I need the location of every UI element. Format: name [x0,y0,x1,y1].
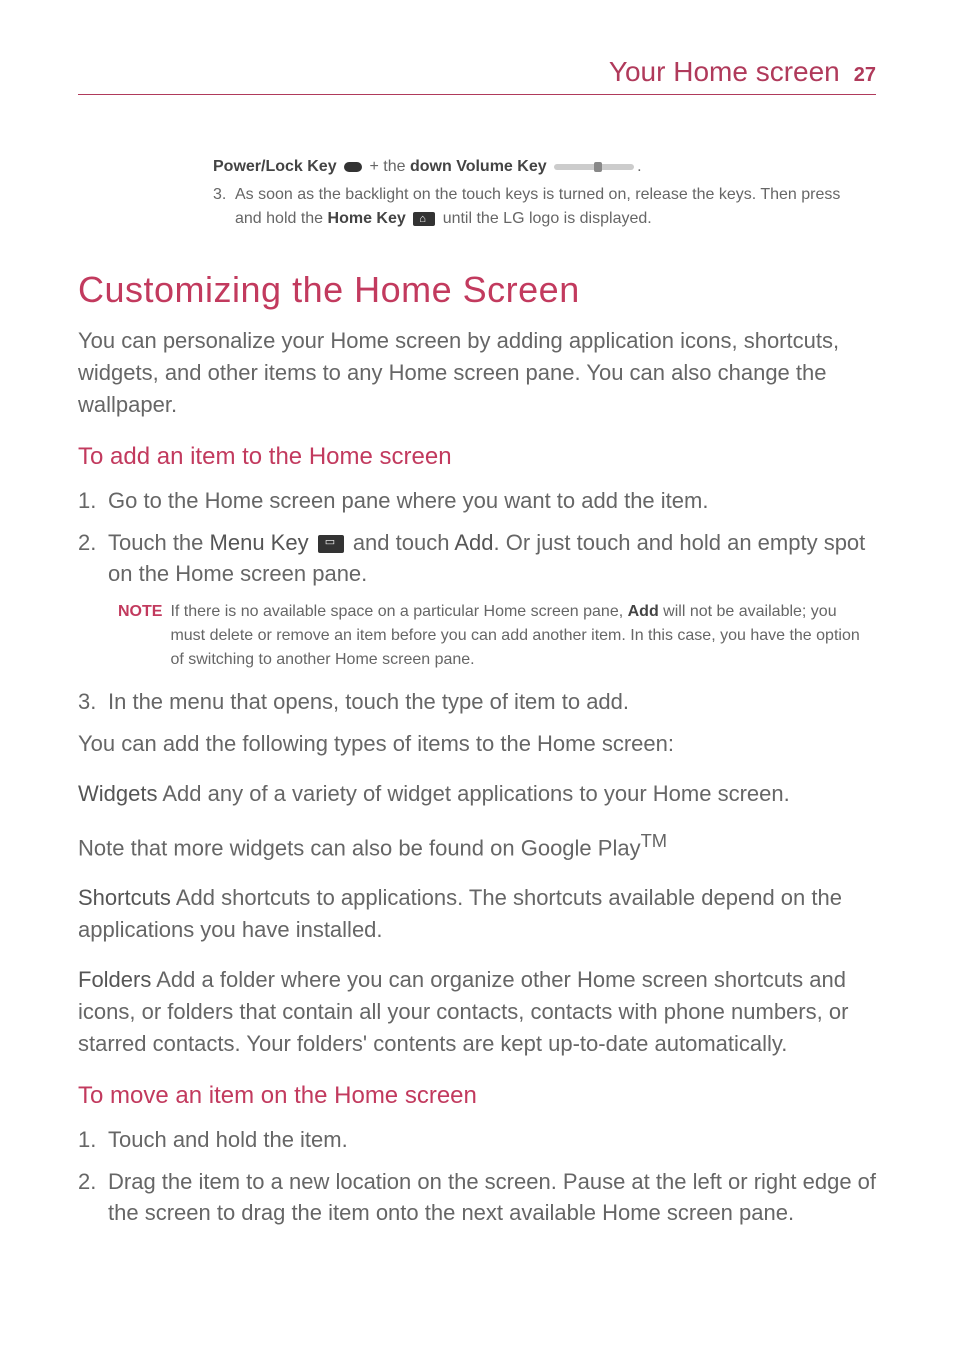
subsection-heading-add: To add an item to the Home screen [78,443,876,471]
power-lock-key-label: Power/Lock Key [213,158,337,175]
term-shortcuts: Shortcuts [78,885,171,910]
folders-paragraph: Folders Add a folder where you can organ… [78,964,876,1060]
note-block: NOTE If there is no available space on a… [78,600,876,672]
term-folders: Folders [78,967,151,992]
step-text: Go to the Home screen pane where you wan… [108,485,876,517]
add-label: Add [628,603,659,620]
list-item: 2. Drag the item to a new location on th… [78,1166,876,1230]
header-title: Your Home screen [609,56,840,88]
text-fragment: Touch the [108,530,210,555]
text-fragment: and touch [347,530,455,555]
list-item: 3. In the menu that opens, touch the typ… [78,686,876,718]
step-number: 2. [78,527,102,591]
menu-key-icon [318,535,344,553]
intro-paragraph: You can personalize your Home screen by … [78,325,876,421]
text-fragment: Note that more widgets can also be found… [78,835,641,860]
widgets-note-paragraph: Note that more widgets can also be found… [78,828,876,864]
trademark-symbol: TM [641,830,667,851]
step-number: 1. [78,1124,102,1156]
volume-key-icon [554,162,634,172]
note-label: NOTE [118,600,162,672]
step-number: 3. [213,183,229,231]
step-text: Touch the Menu Key and touch Add. Or jus… [108,527,876,591]
menu-key-label: Menu Key [210,530,309,555]
add-label: Add [454,530,493,555]
text-fragment: Add shortcuts to applications. The short… [78,885,842,942]
section-heading: Customizing the Home Screen [78,269,876,311]
text-fragment: + the [370,158,410,175]
text-fragment: Add any of a variety of widget applicati… [157,781,789,806]
continuation-block: Power/Lock Key + the down Volume Key . 3… [78,155,876,231]
text-fragment: If there is no available space on a part… [170,603,627,620]
step-number: 3. [78,686,102,718]
paragraph: You can add the following types of items… [78,728,876,760]
step-text: Touch and hold the item. [108,1124,876,1156]
home-key-label: Home Key [328,210,406,227]
list-item: 1. Touch and hold the item. [78,1124,876,1156]
term-widgets: Widgets [78,781,157,806]
widgets-paragraph: Widgets Add any of a variety of widget a… [78,778,876,810]
list-item: 1. Go to the Home screen pane where you … [78,485,876,517]
step-text: Drag the item to a new location on the s… [108,1166,876,1230]
step-number: 1. [78,485,102,517]
text-fragment: Add a folder where you can organize othe… [78,967,848,1056]
down-volume-key-label: down Volume Key [410,158,547,175]
step-text: As soon as the backlight on the touch ke… [235,183,866,231]
shortcuts-paragraph: Shortcuts Add shortcuts to applications.… [78,882,876,946]
text-fragment: until the LG logo is displayed. [443,210,652,227]
step-text: In the menu that opens, touch the type o… [108,686,876,718]
text-fragment: . [637,158,641,175]
step-number: 2. [78,1166,102,1230]
note-body: If there is no available space on a part… [170,600,871,672]
page-number: 27 [854,64,876,87]
home-key-icon [413,212,435,226]
list-item: 2. Touch the Menu Key and touch Add. Or … [78,527,876,591]
page-header: Your Home screen 27 [78,56,876,95]
power-lock-key-icon [344,162,362,172]
subsection-heading-move: To move an item on the Home screen [78,1082,876,1110]
